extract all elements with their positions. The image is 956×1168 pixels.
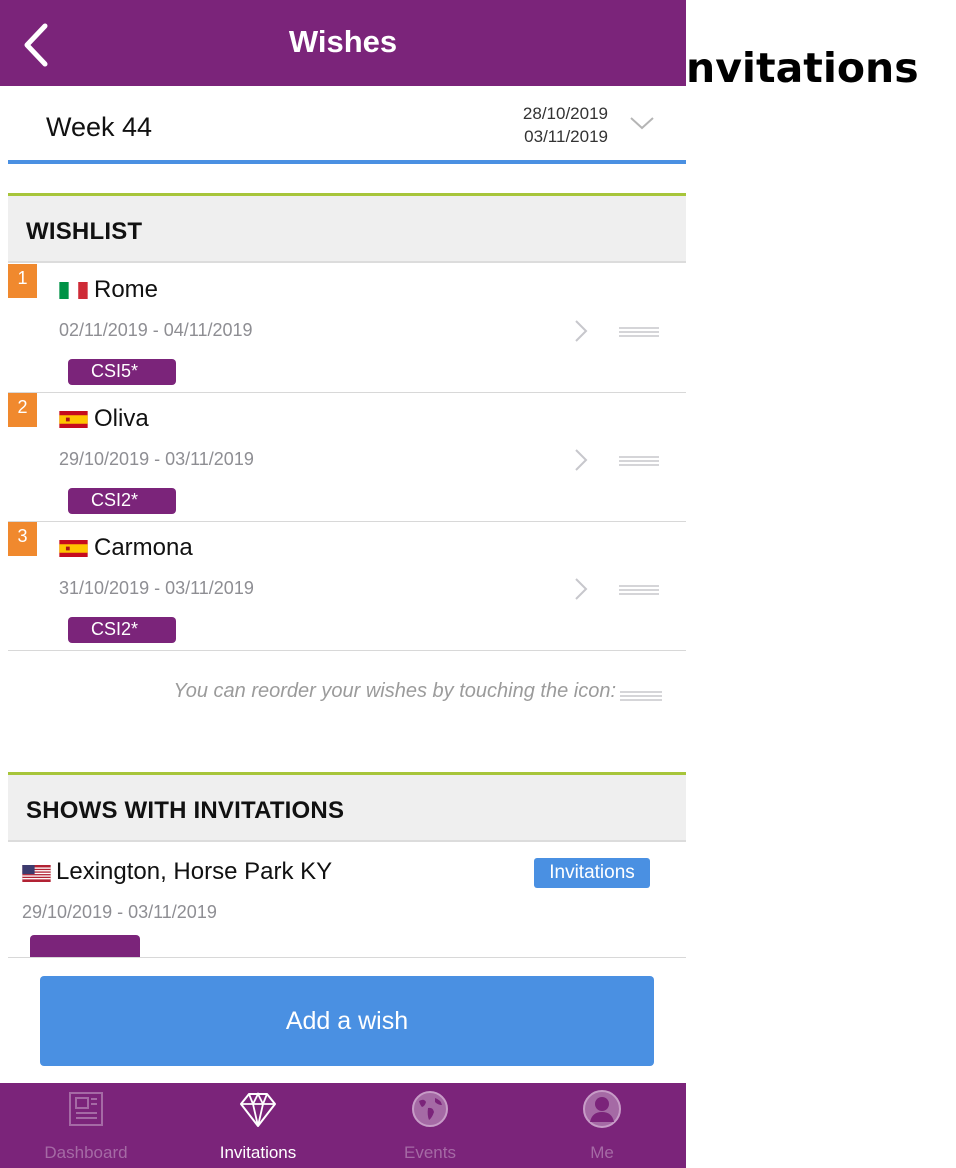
chevron-right-icon <box>575 578 588 600</box>
reorder-handle-icon[interactable] <box>619 326 659 338</box>
wishlist-section-header: WISHLIST <box>8 193 686 263</box>
diamond-icon <box>240 1091 276 1127</box>
week-end-date: 03/11/2019 <box>524 127 608 146</box>
wish-city: Rome <box>94 276 159 303</box>
chevron-right-icon <box>575 320 588 342</box>
invitations-heading-fragment: nvitations <box>686 44 919 92</box>
page-title: Wishes <box>288 24 398 59</box>
show-level-badge <box>30 935 140 957</box>
app-screen: Wishes Week 44 28/10/2019 03/11/2019 WIS… <box>0 0 686 1168</box>
reorder-handle-icon <box>620 691 662 701</box>
nav-header: Wishes <box>0 0 686 86</box>
wish-rank-badge: 2 <box>8 393 37 427</box>
tab-events[interactable]: Events <box>344 1083 516 1168</box>
globe-icon <box>412 1091 448 1127</box>
show-row[interactable]: Lexington, Horse Park KY Invitations 29/… <box>8 843 686 958</box>
show-dates: 29/10/2019 - 03/11/2019 <box>22 902 217 922</box>
tab-me[interactable]: Me <box>516 1083 686 1168</box>
wish-level-badge: CSI2* <box>68 617 176 643</box>
tab-label: Me <box>590 1143 614 1162</box>
tab-bar: Dashboard Invitations Events Me <box>0 1083 686 1168</box>
chevron-down-icon <box>630 117 654 130</box>
tab-dashboard[interactable]: Dashboard <box>0 1083 172 1168</box>
wish-row[interactable]: 3 Carmona 31/10/2019 - 03/11/2019 CSI2* <box>8 522 686 651</box>
tab-label: Invitations <box>219 1143 297 1162</box>
spain-flag-icon <box>59 540 88 557</box>
week-date-range: 28/10/2019 03/11/2019 <box>496 102 608 148</box>
wishlist-title: WISHLIST <box>26 218 143 245</box>
shows-title: SHOWS WITH INVITATIONS <box>26 797 345 824</box>
wish-rank-badge: 1 <box>8 264 37 298</box>
tab-label: Dashboard <box>44 1143 128 1162</box>
wish-row[interactable]: 1 Rome 02/11/2019 - 04/11/2019 CSI5* <box>8 264 686 393</box>
week-start-date: 28/10/2019 <box>522 104 608 123</box>
spain-flag-icon <box>59 411 88 428</box>
show-city: Lexington, Horse Park KY <box>56 858 333 885</box>
invitations-badge: Invitations <box>534 858 650 888</box>
week-label: Week 44 <box>46 112 153 142</box>
add-wish-button[interactable]: Add a wish <box>40 976 654 1066</box>
wish-level-badge: CSI5* <box>68 359 176 385</box>
shows-section-header: SHOWS WITH INVITATIONS <box>8 772 686 842</box>
wish-row[interactable]: 2 Oliva 29/10/2019 - 03/11/2019 CSI2* <box>8 393 686 522</box>
reorder-handle-icon[interactable] <box>619 584 659 596</box>
wish-level-badge: CSI2* <box>68 488 176 514</box>
reorder-hint: You can reorder your wishes by touching … <box>0 680 686 710</box>
user-icon <box>583 1090 621 1128</box>
week-selector[interactable]: Week 44 28/10/2019 03/11/2019 <box>8 86 686 164</box>
italy-flag-icon <box>59 282 88 299</box>
wish-rank-badge: 3 <box>8 522 37 556</box>
wish-dates: 02/11/2019 - 04/11/2019 <box>59 320 253 340</box>
chevron-right-icon <box>575 449 588 471</box>
wish-city: Carmona <box>94 534 193 561</box>
reorder-handle-icon[interactable] <box>619 455 659 467</box>
reorder-hint-text: You can reorder your wishes by touching … <box>173 680 616 702</box>
newspaper-icon <box>69 1092 103 1126</box>
tab-label: Events <box>404 1143 456 1162</box>
tab-invitations[interactable]: Invitations <box>172 1083 344 1168</box>
wish-city: Oliva <box>94 405 149 432</box>
wish-dates: 29/10/2019 - 03/11/2019 <box>59 449 254 469</box>
wish-dates: 31/10/2019 - 03/11/2019 <box>59 578 254 598</box>
usa-flag-icon <box>22 865 51 882</box>
